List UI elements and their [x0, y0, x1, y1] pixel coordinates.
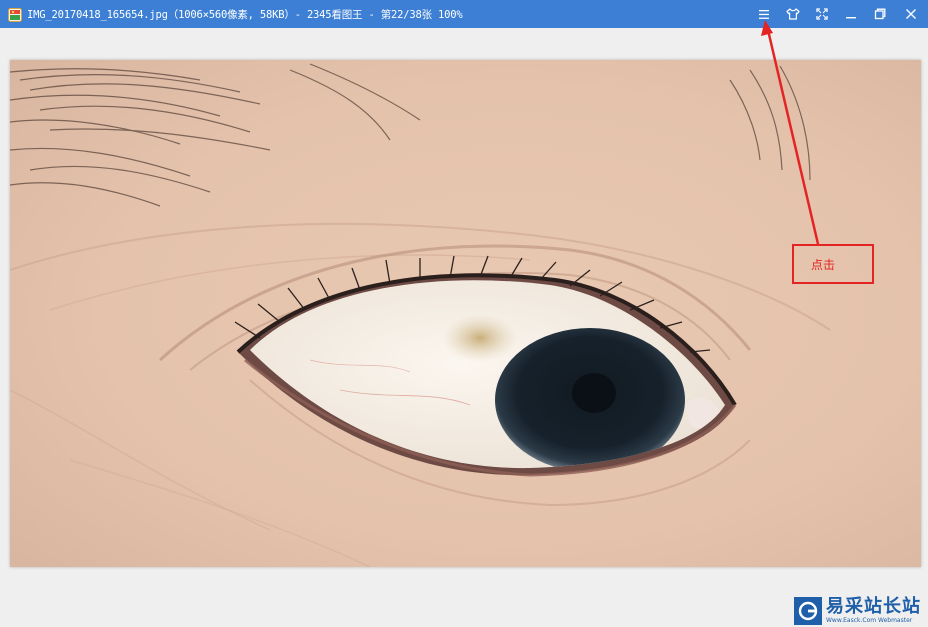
watermark-logo-icon	[794, 596, 822, 625]
close-icon	[906, 9, 916, 19]
skin-button[interactable]	[779, 0, 807, 28]
fullscreen-button[interactable]	[808, 0, 836, 28]
app-icon	[8, 7, 22, 22]
window-title: IMG_20170418_165654.jpg（1006×560像素, 58KB…	[27, 8, 463, 21]
menu-button[interactable]	[750, 0, 778, 28]
annotation-callout: 点击	[792, 244, 874, 284]
annotation-label: 点击	[811, 257, 836, 272]
minimize-icon	[846, 17, 856, 19]
restore-icon	[874, 8, 886, 20]
eye-photo[interactable]	[10, 60, 921, 567]
close-button[interactable]	[897, 0, 925, 28]
skin-icon	[786, 8, 800, 20]
fullscreen-icon	[816, 8, 828, 20]
watermark-url: Www.Easck.Com Webmaster	[826, 616, 913, 624]
title-bar[interactable]: IMG_20170418_165654.jpg（1006×560像素, 58KB…	[0, 0, 928, 28]
site-watermark: 易采站长站 Www.Easck.Com Webmaster	[794, 594, 928, 627]
restore-button[interactable]	[866, 0, 894, 28]
menu-icon	[759, 9, 769, 19]
watermark-name: 易采站长站	[826, 595, 921, 617]
eye-image	[10, 60, 921, 567]
minimize-button[interactable]	[837, 0, 865, 28]
